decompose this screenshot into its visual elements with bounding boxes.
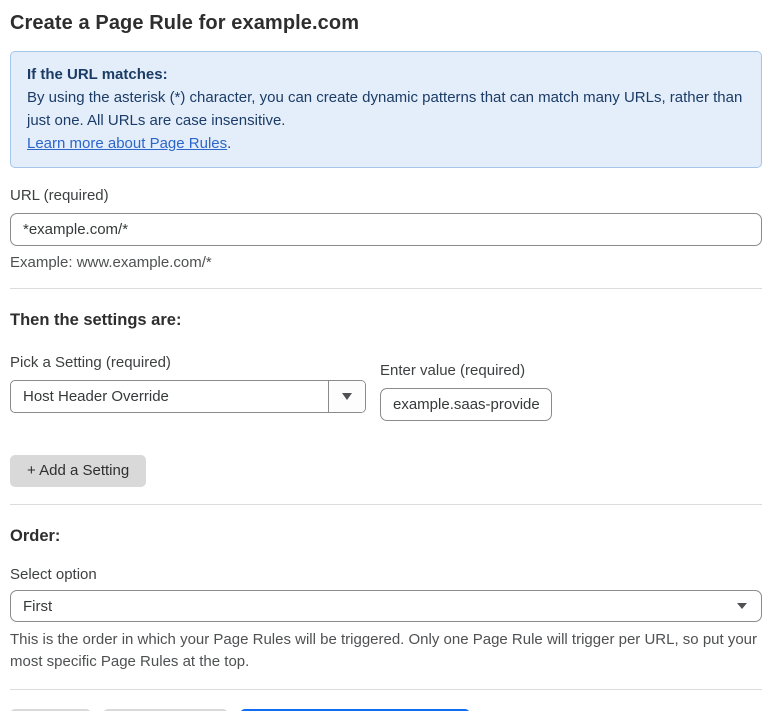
order-select-label: Select option bbox=[10, 566, 97, 583]
setting-value-group: Enter value (required) bbox=[380, 354, 552, 421]
divider bbox=[10, 689, 762, 690]
order-field-group: Select option First This is the order in… bbox=[10, 566, 762, 673]
setting-picker-select[interactable]: Host Header Override bbox=[10, 380, 366, 413]
order-helper-text: This is the order in which your Page Rul… bbox=[10, 631, 758, 670]
setting-picker-arrow-button[interactable] bbox=[328, 381, 365, 412]
link-suffix: . bbox=[227, 135, 232, 152]
setting-value-label: Enter value (required) bbox=[380, 362, 526, 379]
setting-picker-group: Pick a Setting (required) Host Header Ov… bbox=[10, 354, 366, 413]
info-box-link-line: Learn more about Page Rules. bbox=[27, 132, 745, 155]
divider bbox=[10, 288, 762, 289]
setting-picker-value: Host Header Override bbox=[23, 388, 169, 405]
create-page-rule-form: Create a Page Rule for example.com If th… bbox=[0, 0, 772, 711]
url-example-helper: Example: www.example.com/* bbox=[10, 254, 212, 271]
url-field-group: URL (required) Example: www.example.com/… bbox=[10, 187, 762, 271]
add-setting-wrap: + Add a Setting bbox=[10, 455, 762, 487]
url-input[interactable] bbox=[10, 213, 762, 246]
order-select[interactable]: First bbox=[10, 590, 762, 622]
settings-section-heading: Then the settings are: bbox=[10, 311, 182, 329]
page-title: Create a Page Rule for example.com bbox=[10, 12, 360, 34]
setting-value-input[interactable] bbox=[380, 388, 552, 421]
chevron-down-icon bbox=[737, 603, 747, 609]
add-setting-button[interactable]: + Add a Setting bbox=[10, 455, 147, 487]
order-section-heading: Order: bbox=[10, 527, 61, 545]
divider bbox=[10, 504, 762, 505]
url-match-info-box: If the URL matches: By using the asteris… bbox=[10, 51, 762, 168]
info-box-body: By using the asterisk (*) character, you… bbox=[27, 89, 743, 129]
learn-more-link[interactable]: Learn more about Page Rules bbox=[27, 135, 227, 152]
setting-picker-label: Pick a Setting (required) bbox=[10, 354, 171, 371]
settings-row: Pick a Setting (required) Host Header Ov… bbox=[10, 354, 762, 421]
info-box-heading: If the URL matches: bbox=[27, 66, 168, 83]
order-select-value: First bbox=[23, 597, 53, 615]
chevron-down-icon bbox=[342, 393, 352, 400]
url-field-label: URL (required) bbox=[10, 187, 109, 204]
